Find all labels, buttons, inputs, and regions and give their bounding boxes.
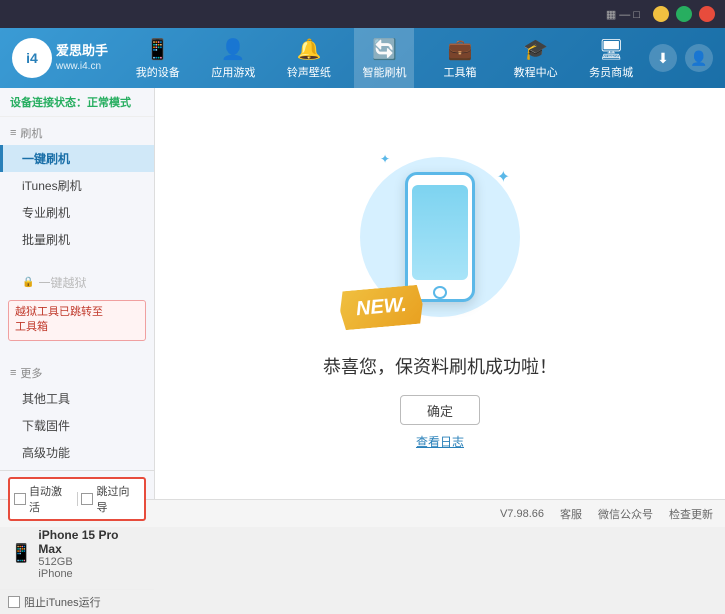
phone-home-button <box>433 286 447 299</box>
logo-area: i4 爱思助手 www.i4.cn <box>0 28 120 88</box>
device-type: iPhone <box>38 568 144 580</box>
sparkle-1-icon: ✦ <box>497 167 510 187</box>
jailbreak-warning: 越狱工具已跳转至工具箱 <box>8 300 146 341</box>
itunes-row: 阻止iTunes运行 <box>0 589 154 614</box>
itunes-checkbox[interactable] <box>8 596 20 608</box>
flash-section-title: ≡ 刷机 <box>0 121 154 145</box>
footer-customer-service[interactable]: 客服 <box>560 506 582 522</box>
sidebar-item-one-click-flash[interactable]: 一键刷机 <box>0 145 154 172</box>
main-content: ✦ ✦ NEW. 恭喜您，保资料刷机成功啦！ 确定 查看日志 <box>155 88 725 499</box>
sidebar-item-other-tools[interactable]: 其他工具 <box>0 385 154 412</box>
wifi-icon: ▦ — □ <box>606 8 640 21</box>
window-controls: ▦ — □ <box>606 6 717 22</box>
success-illustration: ✦ ✦ NEW. <box>360 137 520 337</box>
phone-screen <box>412 185 468 280</box>
flash-section: ≡ 刷机 一键刷机 iTunes刷机 专业刷机 批量刷机 <box>0 117 154 257</box>
new-badge: NEW. <box>338 284 424 330</box>
minimize-button[interactable] <box>653 6 669 22</box>
phone-small-icon: 📱 <box>10 543 32 564</box>
device-icon: 📱 <box>145 37 170 62</box>
toolbox-icon: 💼 <box>448 37 473 62</box>
logo-icon: i4 <box>12 38 52 78</box>
jailbreak-section: 🔒 一键越狱 越狱工具已跳转至工具箱 <box>0 265 154 349</box>
nav-ringtones[interactable]: 🔔 铃声壁纸 <box>279 28 339 88</box>
nav-toolbox[interactable]: 💼 工具箱 <box>430 28 490 88</box>
logo-text: 爱思助手 www.i4.cn <box>56 43 108 73</box>
nav-smart-flash[interactable]: 🔄 智能刷机 <box>354 28 414 88</box>
options-separator <box>77 492 78 506</box>
ringtone-icon: 🔔 <box>296 37 321 62</box>
skip-guide-checkbox[interactable] <box>81 493 93 505</box>
phone-body <box>405 172 475 302</box>
nav-right-actions: ⬇ 👤 <box>649 44 725 72</box>
skip-guide-checkbox-label[interactable]: 跳过向导 <box>81 483 140 515</box>
nav-service[interactable]: 🖥 务员商城 <box>581 28 641 88</box>
sidebar-item-jailbreak-disabled: 🔒 一键越狱 <box>0 269 154 296</box>
more-section-title: ≡ 更多 <box>0 361 154 385</box>
service-icon: 🖥 <box>598 37 623 62</box>
more-section: ≡ 更多 其他工具 下载固件 高级功能 <box>0 357 154 470</box>
sidebar: 设备连接状态：正常模式 ≡ 刷机 一键刷机 iTunes刷机 专业刷机 批量刷机… <box>0 88 155 499</box>
device-area: 自动激活 跳过向导 📱 iPhone 15 Pro Max 512GB iPho… <box>0 470 154 589</box>
nav-tutorial[interactable]: 🎓 教程中心 <box>506 28 566 88</box>
sparkle-2-icon: ✦ <box>380 152 390 166</box>
download-button[interactable]: ⬇ <box>649 44 677 72</box>
sidebar-item-itunes-flash[interactable]: iTunes刷机 <box>0 172 154 199</box>
tutorial-icon: 🎓 <box>523 37 548 62</box>
footer-check-update[interactable]: 检查更新 <box>669 506 713 522</box>
device-name: iPhone 15 Pro Max <box>38 528 144 556</box>
user-button[interactable]: 👤 <box>685 44 713 72</box>
ok-button[interactable]: 确定 <box>400 395 480 425</box>
main-layout: 设备连接状态：正常模式 ≡ 刷机 一键刷机 iTunes刷机 专业刷机 批量刷机… <box>0 88 725 499</box>
device-info: 📱 iPhone 15 Pro Max 512GB iPhone <box>8 525 146 583</box>
header: i4 爱思助手 www.i4.cn 📱 我的设备 👤 应用游戏 🔔 铃声壁纸 🔄… <box>0 28 725 88</box>
view-log-link[interactable]: 查看日志 <box>416 433 464 450</box>
sidebar-item-advanced[interactable]: 高级功能 <box>0 439 154 466</box>
connection-status: 设备连接状态：正常模式 <box>0 88 154 117</box>
nav-my-device[interactable]: 📱 我的设备 <box>128 28 188 88</box>
phone-illustration: ✦ ✦ NEW. <box>360 137 520 337</box>
sidebar-bottom: 自动激活 跳过向导 📱 iPhone 15 Pro Max 512GB iPho… <box>0 470 154 614</box>
sidebar-item-pro-flash[interactable]: 专业刷机 <box>0 199 154 226</box>
footer-wechat[interactable]: 微信公众号 <box>598 506 653 522</box>
success-message: 恭喜您，保资料刷机成功啦！ <box>323 353 557 379</box>
auto-activate-checkbox-label[interactable]: 自动激活 <box>14 483 73 515</box>
apps-icon: 👤 <box>221 37 246 62</box>
sidebar-item-batch-flash[interactable]: 批量刷机 <box>0 226 154 253</box>
version-text: V7.98.66 <box>500 508 544 520</box>
maximize-button[interactable] <box>676 6 692 22</box>
auto-options-row: 自动激活 跳过向导 <box>8 477 146 521</box>
flash-icon: 🔄 <box>372 37 397 62</box>
device-storage: 512GB <box>38 556 144 568</box>
nav-bar: 📱 我的设备 👤 应用游戏 🔔 铃声壁纸 🔄 智能刷机 💼 工具箱 🎓 教程中心… <box>120 28 649 88</box>
auto-activate-checkbox[interactable] <box>14 493 26 505</box>
close-button[interactable] <box>699 6 715 22</box>
sidebar-item-download-firmware[interactable]: 下载固件 <box>0 412 154 439</box>
nav-apps-games[interactable]: 👤 应用游戏 <box>203 28 263 88</box>
